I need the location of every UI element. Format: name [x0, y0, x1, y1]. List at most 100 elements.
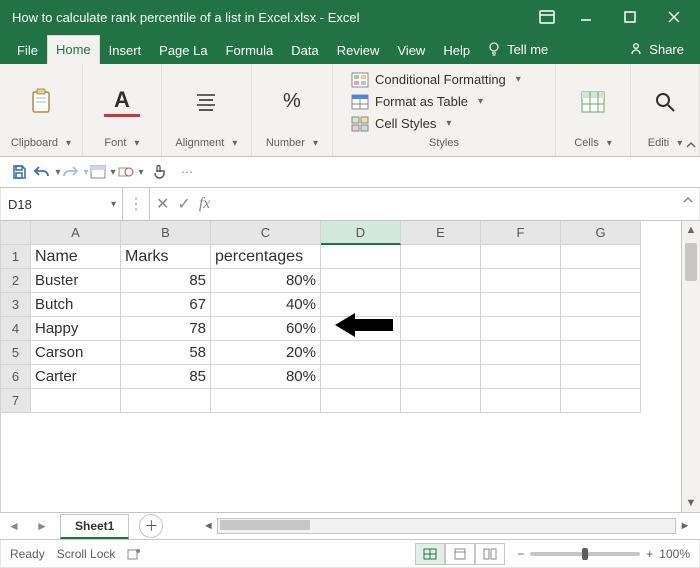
alignment-button[interactable] — [173, 70, 239, 134]
cell-A1[interactable]: Name — [31, 245, 121, 269]
cell-D6[interactable] — [321, 365, 401, 389]
cell-E6[interactable] — [401, 365, 481, 389]
name-box-input[interactable] — [6, 196, 70, 213]
col-header-C[interactable]: C — [211, 221, 321, 245]
paste-button[interactable] — [8, 70, 74, 134]
cell-E1[interactable] — [401, 245, 481, 269]
macro-record-icon[interactable] — [127, 547, 141, 561]
cell-C5[interactable]: 20% — [211, 341, 321, 365]
cell-F1[interactable] — [481, 245, 561, 269]
cells-button[interactable] — [560, 70, 626, 134]
cell-styles-button[interactable]: Cell Styles▾ — [345, 114, 527, 134]
formula-bar-input[interactable] — [218, 194, 694, 214]
qat-item-2[interactable]: ▾ — [118, 160, 144, 184]
row-header-5[interactable]: 5 — [1, 341, 31, 365]
zoom-slider[interactable] — [530, 552, 640, 556]
cell-C7[interactable] — [211, 389, 321, 413]
cell-G3[interactable] — [561, 293, 641, 317]
tell-me[interactable]: Tell me — [479, 34, 556, 64]
touch-mode-button[interactable] — [146, 160, 172, 184]
qat-customize[interactable]: ⋯ — [174, 160, 200, 184]
cell-G6[interactable] — [561, 365, 641, 389]
cell-C1[interactable]: percentages — [211, 245, 321, 269]
scroll-right-button[interactable]: ► — [676, 520, 694, 532]
zoom-out-button[interactable]: − — [517, 547, 524, 561]
col-header-G[interactable]: G — [561, 221, 641, 245]
col-header-A[interactable]: A — [31, 221, 121, 245]
cell-B1[interactable]: Marks — [121, 245, 211, 269]
cell-C4[interactable]: 60% — [211, 317, 321, 341]
select-all-corner[interactable] — [1, 221, 31, 245]
cell-D2[interactable] — [321, 269, 401, 293]
cell-C6[interactable]: 80% — [211, 365, 321, 389]
cell-C2[interactable]: 80% — [211, 269, 321, 293]
cell-A6[interactable]: Carter — [31, 365, 121, 389]
scroll-up-button[interactable]: ▲ — [682, 221, 700, 239]
cell-A4[interactable]: Happy — [31, 317, 121, 341]
font-group-button[interactable]: A — [89, 70, 155, 134]
sheet-tab-active[interactable]: Sheet1 — [60, 514, 129, 539]
vertical-scroll-thumb[interactable] — [685, 243, 697, 281]
tab-data[interactable]: Data — [282, 36, 327, 64]
enter-formula-button[interactable]: ✓ — [177, 194, 190, 214]
cell-D1[interactable] — [321, 245, 401, 269]
cell-D4[interactable] — [321, 317, 401, 341]
cell-E4[interactable] — [401, 317, 481, 341]
cell-E3[interactable] — [401, 293, 481, 317]
expand-formula-bar-button[interactable] — [682, 194, 694, 206]
row-header-7[interactable]: 7 — [1, 389, 31, 413]
close-button[interactable] — [652, 0, 696, 34]
cell-B2[interactable]: 85 — [121, 269, 211, 293]
cancel-formula-button[interactable]: ✕ — [156, 194, 169, 214]
row-header-6[interactable]: 6 — [1, 365, 31, 389]
cell-B3[interactable]: 67 — [121, 293, 211, 317]
cell-B6[interactable]: 85 — [121, 365, 211, 389]
cell-E2[interactable] — [401, 269, 481, 293]
sheet-nav-prev[interactable]: ◄ — [0, 515, 28, 537]
cell-G7[interactable] — [561, 389, 641, 413]
insert-function-button[interactable]: fx — [199, 195, 211, 213]
cell-G5[interactable] — [561, 341, 641, 365]
chevron-down-icon[interactable]: ▾ — [111, 199, 116, 210]
qat-item-1[interactable]: ▾ — [90, 160, 116, 184]
tab-page-layout[interactable]: Page La — [150, 36, 216, 64]
row-header-3[interactable]: 3 — [1, 293, 31, 317]
cell-A2[interactable]: Buster — [31, 269, 121, 293]
collapse-ribbon-button[interactable] — [684, 138, 698, 152]
tab-view[interactable]: View — [388, 36, 434, 64]
tab-insert[interactable]: Insert — [100, 36, 151, 64]
cell-F6[interactable] — [481, 365, 561, 389]
tab-formulas[interactable]: Formula — [217, 36, 283, 64]
cell-D3[interactable] — [321, 293, 401, 317]
col-header-F[interactable]: F — [481, 221, 561, 245]
cell-D7[interactable] — [321, 389, 401, 413]
cell-B5[interactable]: 58 — [121, 341, 211, 365]
cell-E5[interactable] — [401, 341, 481, 365]
cell-D5[interactable] — [321, 341, 401, 365]
zoom-level[interactable]: 100% — [659, 547, 690, 561]
zoom-slider-knob[interactable] — [582, 548, 588, 560]
cell-A3[interactable]: Butch — [31, 293, 121, 317]
name-box[interactable]: ▾ — [0, 188, 123, 220]
cell-G4[interactable] — [561, 317, 641, 341]
cell-E7[interactable] — [401, 389, 481, 413]
save-button[interactable] — [6, 160, 32, 184]
number-format-button[interactable]: % — [259, 70, 325, 134]
tab-home[interactable]: Home — [47, 35, 100, 64]
row-header-4[interactable]: 4 — [1, 317, 31, 341]
cell-B7[interactable] — [121, 389, 211, 413]
cell-B4[interactable]: 78 — [121, 317, 211, 341]
col-header-D[interactable]: D — [321, 221, 401, 245]
cell-F5[interactable] — [481, 341, 561, 365]
tab-review[interactable]: Review — [328, 36, 389, 64]
minimize-button[interactable] — [564, 0, 608, 34]
format-as-table-button[interactable]: Format as Table▾ — [345, 92, 527, 112]
zoom-in-button[interactable]: + — [646, 547, 653, 561]
function-list-icon[interactable]: ⋮ — [123, 188, 150, 220]
ribbon-mode-icon[interactable] — [530, 0, 564, 34]
view-page-layout-button[interactable] — [445, 543, 475, 565]
scroll-down-button[interactable]: ▼ — [682, 494, 700, 512]
cell-F4[interactable] — [481, 317, 561, 341]
share-button[interactable]: Share — [621, 34, 692, 64]
tab-file[interactable]: File — [8, 36, 47, 64]
